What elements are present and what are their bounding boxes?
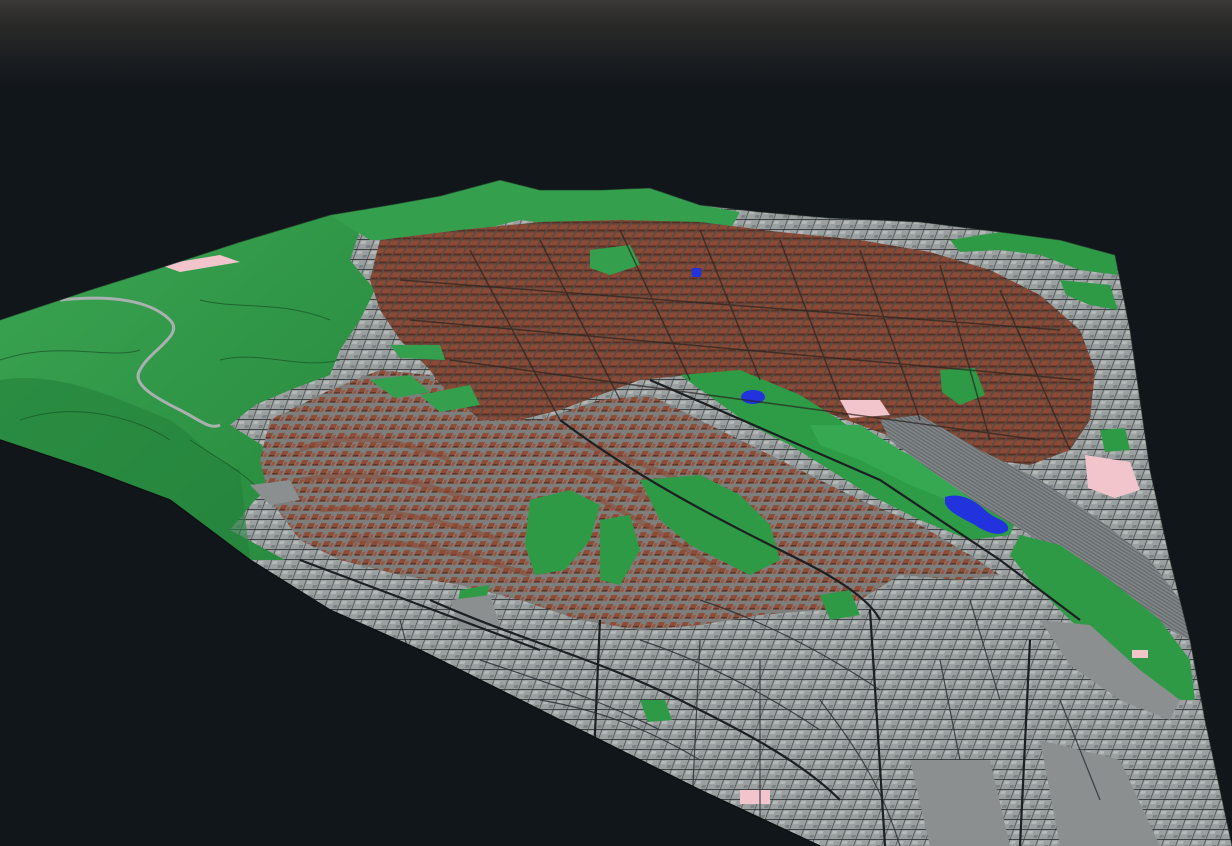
- industrial-area-south: [740, 790, 770, 804]
- pond-north: [692, 268, 701, 277]
- park-east-2: [1100, 428, 1130, 452]
- industrial-area-southeast: [1132, 650, 1148, 658]
- terrain-layer: [0, 180, 1232, 846]
- map-viewport[interactable]: [0, 0, 1232, 846]
- 3d-map-scene[interactable]: [0, 0, 1232, 846]
